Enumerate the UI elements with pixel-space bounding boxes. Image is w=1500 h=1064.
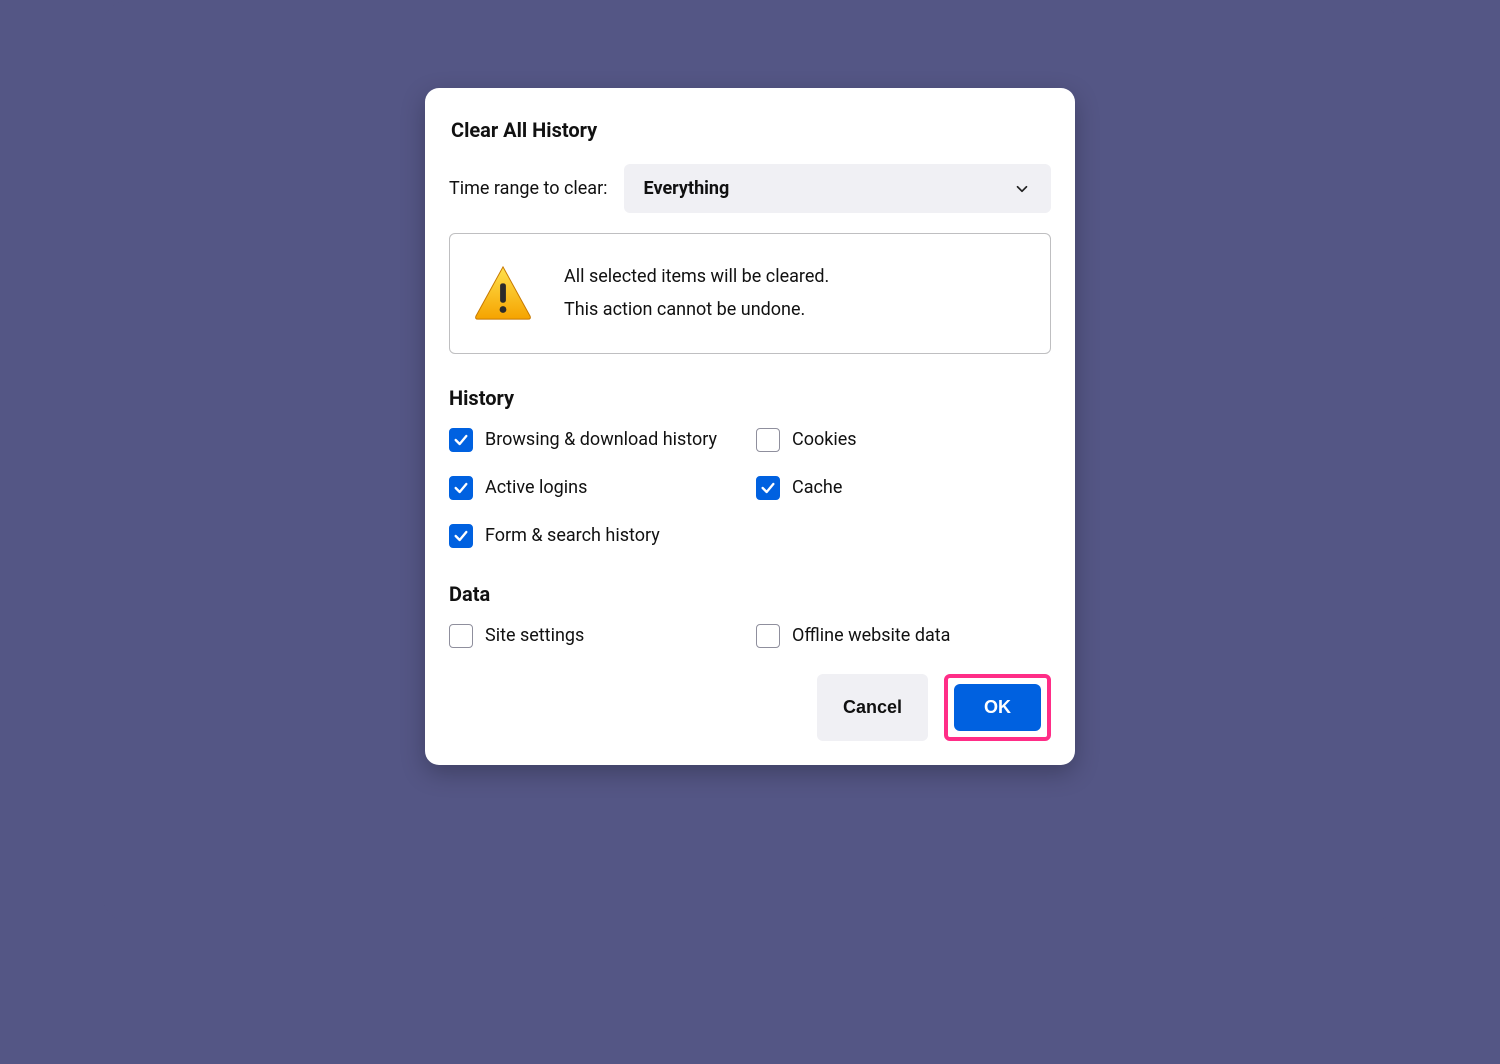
app-background: Clear All History Time range to clear: E… — [102, 0, 1398, 922]
warning-text: All selected items will be cleared. This… — [564, 260, 829, 327]
checkbox-offline-data[interactable] — [756, 624, 780, 648]
checkbox-browsing-history[interactable] — [449, 428, 473, 452]
dialog-title: Clear All History — [449, 118, 1051, 142]
check-item-active-logins: Active logins — [449, 476, 744, 500]
checkbox-active-logins[interactable] — [449, 476, 473, 500]
clear-history-dialog: Clear All History Time range to clear: E… — [425, 88, 1075, 765]
check-item-cache: Cache — [756, 476, 1051, 500]
time-range-select[interactable]: Everything — [624, 164, 1051, 213]
check-label: Cookies — [792, 429, 857, 450]
time-range-row: Time range to clear: Everything — [449, 164, 1051, 213]
check-icon — [453, 432, 469, 448]
check-icon — [760, 480, 776, 496]
data-heading: Data — [449, 582, 1051, 606]
warning-line-2: This action cannot be undone. — [564, 293, 829, 326]
dialog-button-row: Cancel OK — [449, 674, 1051, 741]
warning-box: All selected items will be cleared. This… — [449, 233, 1051, 354]
check-item-offline-data: Offline website data — [756, 624, 1051, 648]
check-label: Form & search history — [485, 525, 660, 546]
checkbox-cookies[interactable] — [756, 428, 780, 452]
checkbox-cache[interactable] — [756, 476, 780, 500]
check-item-site-settings: Site settings — [449, 624, 744, 648]
check-icon — [453, 528, 469, 544]
checkbox-site-settings[interactable] — [449, 624, 473, 648]
check-item-form-history: Form & search history — [449, 524, 744, 548]
warning-line-1: All selected items will be cleared. — [564, 260, 829, 293]
ok-button-highlight: OK — [944, 674, 1051, 741]
cancel-button[interactable]: Cancel — [817, 674, 928, 741]
history-check-grid: Browsing & download history Cookies Acti… — [449, 428, 1051, 548]
time-range-value: Everything — [644, 178, 730, 199]
check-label: Active logins — [485, 477, 587, 498]
check-label: Browsing & download history — [485, 429, 717, 450]
check-item-browsing-history: Browsing & download history — [449, 428, 744, 452]
check-label: Offline website data — [792, 625, 950, 646]
data-check-grid: Site settings Offline website data — [449, 624, 1051, 648]
check-label: Cache — [792, 477, 842, 498]
ok-button[interactable]: OK — [954, 684, 1041, 731]
warning-icon — [472, 262, 534, 324]
checkbox-form-history[interactable] — [449, 524, 473, 548]
check-icon — [453, 480, 469, 496]
chevron-down-icon — [1013, 180, 1031, 198]
time-range-label: Time range to clear: — [449, 178, 608, 199]
history-heading: History — [449, 386, 1051, 410]
check-item-cookies: Cookies — [756, 428, 1051, 452]
check-label: Site settings — [485, 625, 584, 646]
